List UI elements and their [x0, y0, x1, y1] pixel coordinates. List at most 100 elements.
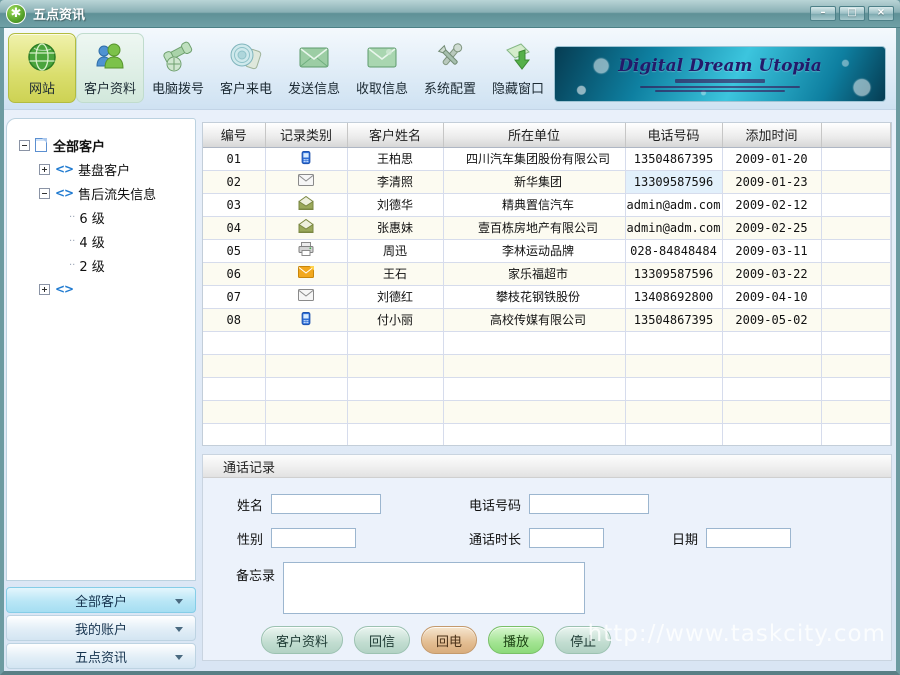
expand-icon[interactable]	[39, 164, 50, 175]
tree-item-level-4[interactable]: ·· 4 级	[17, 229, 189, 253]
cell-phone[interactable]: 13309587596	[625, 170, 722, 193]
cell-company[interactable]: 攀枝花钢铁股份	[443, 285, 625, 308]
toolbar-button-customers[interactable]: 客户资料	[76, 33, 144, 103]
toolbar-button-website[interactable]: 网站	[8, 33, 76, 103]
accordion-five-point-info[interactable]: 五点资讯	[6, 643, 196, 669]
reply-message-button[interactable]: 回信	[354, 626, 410, 654]
cell-company[interactable]: 高校传媒有限公司	[443, 308, 625, 331]
table-row[interactable]: 08 付小丽高校传媒有限公司135048673952009-05-02	[203, 308, 891, 331]
cell-id[interactable]: 05	[203, 239, 265, 262]
duration-field[interactable]	[529, 528, 604, 548]
toolbar-button-send-message[interactable]: 发送信息	[280, 33, 348, 103]
memo-field[interactable]	[283, 562, 585, 614]
close-button[interactable]: ×	[868, 6, 894, 21]
customer-info-button[interactable]: 客户资料	[261, 626, 343, 654]
expand-icon[interactable]	[39, 284, 50, 295]
tree-item-level-2[interactable]: ·· 2 级	[17, 253, 189, 277]
column-header-id[interactable]: 编号	[203, 123, 265, 147]
table-row[interactable]: 02 李清照新华集团133095875962009-01-23	[203, 170, 891, 193]
cell-add-time[interactable]: 2009-04-10	[722, 285, 821, 308]
table-row[interactable]: 06 王石家乐福超市133095875962009-03-22	[203, 262, 891, 285]
cell-add-time[interactable]: 2009-01-20	[722, 147, 821, 170]
cell-phone[interactable]: 13408692800	[625, 285, 722, 308]
cell-record-type[interactable]	[265, 285, 347, 308]
cell-record-type[interactable]	[265, 147, 347, 170]
table-row[interactable]: 03 刘德华精典置信汽车admin@adm.com2009-02-12	[203, 193, 891, 216]
collapse-icon[interactable]	[19, 140, 30, 151]
cell-customer-name[interactable]: 付小丽	[347, 308, 443, 331]
ad-banner[interactable]: Digital Dream Utopia	[554, 46, 886, 102]
cell-customer-name[interactable]: 刘德红	[347, 285, 443, 308]
cell-add-time[interactable]: 2009-01-23	[722, 170, 821, 193]
cell-customer-name[interactable]: 刘德华	[347, 193, 443, 216]
cell-add-time[interactable]: 2009-02-12	[722, 193, 821, 216]
cell-company[interactable]: 新华集团	[443, 170, 625, 193]
mail-closed-icon	[298, 175, 314, 189]
cell-phone[interactable]: admin@adm.com	[625, 216, 722, 239]
cell-add-time[interactable]: 2009-03-22	[722, 262, 821, 285]
cell-phone[interactable]: admin@adm.com	[625, 193, 722, 216]
cell-company[interactable]: 精典置信汽车	[443, 193, 625, 216]
call-back-button[interactable]: 回电	[421, 626, 477, 654]
cell-record-type[interactable]	[265, 308, 347, 331]
column-header-add-time[interactable]: 添加时间	[722, 123, 821, 147]
cell-company[interactable]: 家乐福超市	[443, 262, 625, 285]
column-header-company[interactable]: 所在单位	[443, 123, 625, 147]
cell-company[interactable]: 壹百栋房地产有限公司	[443, 216, 625, 239]
cell-id[interactable]: 04	[203, 216, 265, 239]
tree-item-aftersale-loss[interactable]: <> 售后流失信息	[17, 181, 189, 205]
toolbar-button-incoming-call[interactable]: 客户来电	[212, 33, 280, 103]
stop-button[interactable]: 停止	[555, 626, 611, 654]
cell-id[interactable]: 07	[203, 285, 265, 308]
cell-id[interactable]: 06	[203, 262, 265, 285]
column-header-phone[interactable]: 电话号码	[625, 123, 722, 147]
table-row[interactable]: 05 周迅李林运动品牌028-848484842009-03-11	[203, 239, 891, 262]
cell-id[interactable]: 03	[203, 193, 265, 216]
cell-record-type[interactable]	[265, 216, 347, 239]
cell-phone[interactable]: 13504867395	[625, 147, 722, 170]
cell-phone[interactable]: 13309587596	[625, 262, 722, 285]
cell-customer-name[interactable]: 李清照	[347, 170, 443, 193]
column-header-customer-name[interactable]: 客户姓名	[347, 123, 443, 147]
table-row[interactable]: 07 刘德红攀枝花钢铁股份134086928002009-04-10	[203, 285, 891, 308]
cell-customer-name[interactable]: 王石	[347, 262, 443, 285]
cell-company[interactable]: 四川汽车集团股份有限公司	[443, 147, 625, 170]
cell-phone[interactable]: 028-84848484	[625, 239, 722, 262]
phone-field[interactable]	[529, 494, 649, 514]
table-row[interactable]: 01 王柏思四川汽车集团股份有限公司135048673952009-01-20	[203, 147, 891, 170]
cell-record-type[interactable]	[265, 193, 347, 216]
cell-add-time[interactable]: 2009-05-02	[722, 308, 821, 331]
minimize-button[interactable]: –	[810, 6, 836, 21]
cell-customer-name[interactable]: 周迅	[347, 239, 443, 262]
column-header-record-type[interactable]: 记录类别	[265, 123, 347, 147]
cell-company[interactable]: 李林运动品牌	[443, 239, 625, 262]
accordion-my-account[interactable]: 我的账户	[6, 615, 196, 641]
cell-customer-name[interactable]: 张惠妹	[347, 216, 443, 239]
gender-field[interactable]	[271, 528, 356, 548]
maximize-button[interactable]: □	[839, 6, 865, 21]
cell-record-type[interactable]	[265, 170, 347, 193]
tree-item-level-6[interactable]: ·· 6 级	[17, 205, 189, 229]
tree-item-all-customers[interactable]: 全部客户	[17, 133, 189, 157]
toolbar-button-config[interactable]: 系统配置	[416, 33, 484, 103]
table-row[interactable]: 04 张惠妹壹百栋房地产有限公司admin@adm.com2009-02-25	[203, 216, 891, 239]
cell-phone[interactable]: 13504867395	[625, 308, 722, 331]
cell-id[interactable]: 08	[203, 308, 265, 331]
date-field[interactable]	[706, 528, 791, 548]
tree-item-unnamed[interactable]: <>	[17, 277, 189, 301]
cell-add-time[interactable]: 2009-02-25	[722, 216, 821, 239]
tree-item-base-customers[interactable]: <> 基盘客户	[17, 157, 189, 181]
cell-id[interactable]: 02	[203, 170, 265, 193]
name-field[interactable]	[271, 494, 381, 514]
toolbar-button-receive-message[interactable]: 收取信息	[348, 33, 416, 103]
play-button[interactable]: 播放	[488, 626, 544, 654]
accordion-all-customers[interactable]: 全部客户	[6, 587, 196, 613]
cell-customer-name[interactable]: 王柏思	[347, 147, 443, 170]
cell-id[interactable]: 01	[203, 147, 265, 170]
toolbar-button-dial[interactable]: 电脑拨号	[144, 33, 212, 103]
collapse-icon[interactable]	[39, 188, 50, 199]
toolbar-button-hide-window[interactable]: 隐藏窗口	[484, 33, 552, 103]
cell-add-time[interactable]: 2009-03-11	[722, 239, 821, 262]
cell-record-type[interactable]	[265, 239, 347, 262]
cell-record-type[interactable]	[265, 262, 347, 285]
